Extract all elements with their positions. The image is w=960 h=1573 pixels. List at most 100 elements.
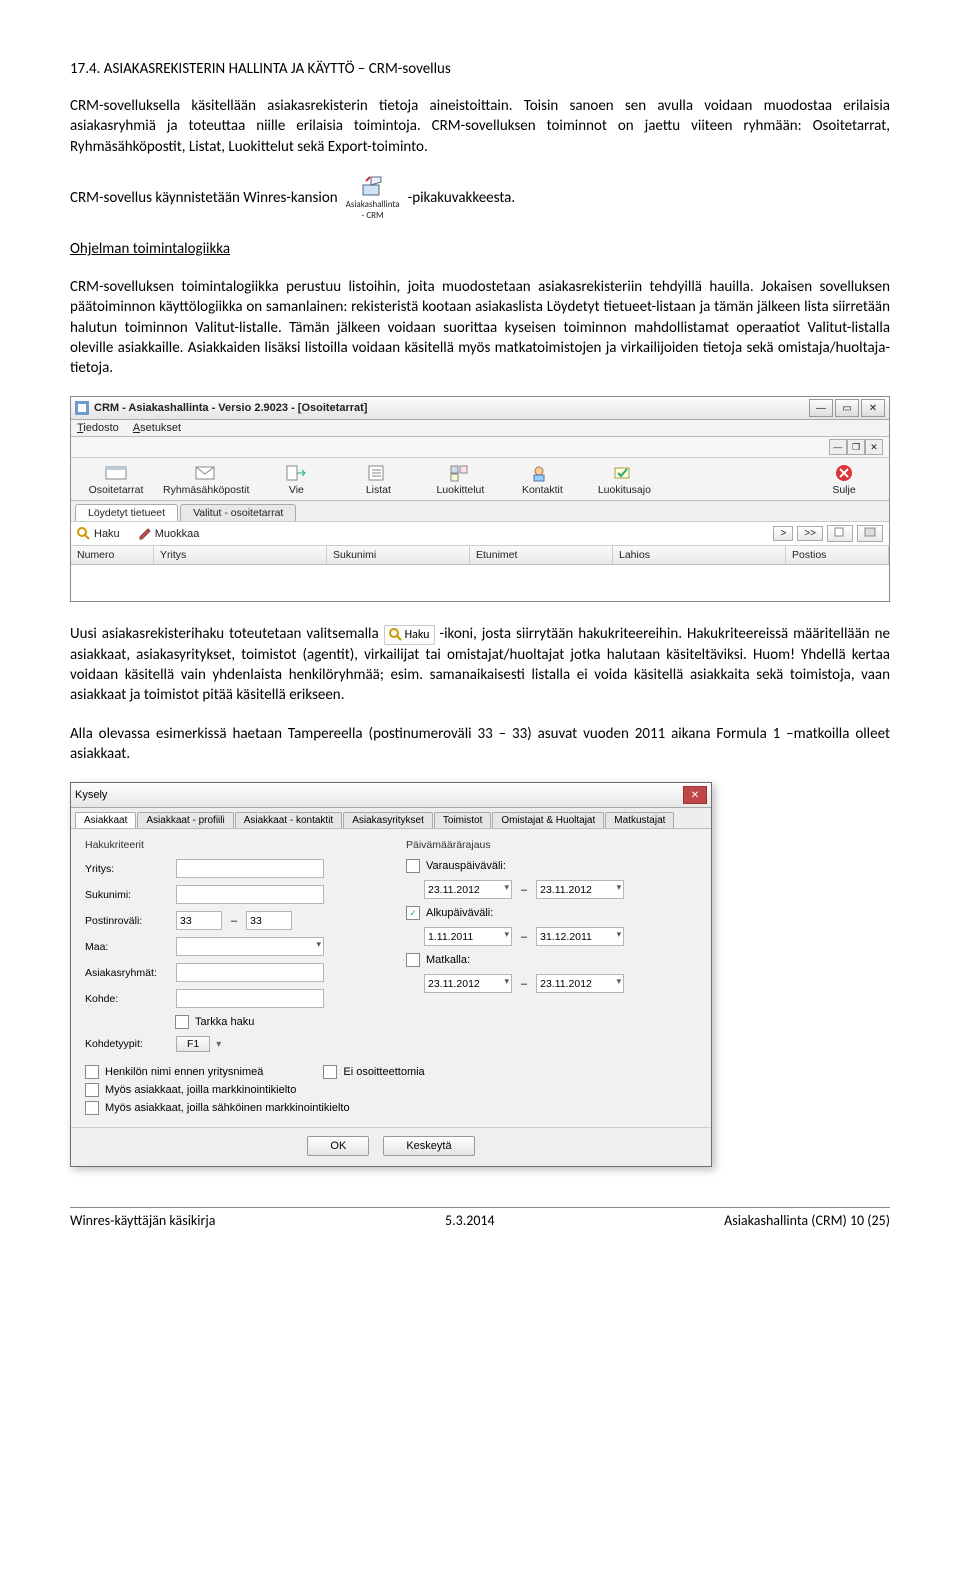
date-matkalla-from[interactable]: 23.11.2012 — [424, 974, 512, 993]
button-kohdetyypit[interactable]: F1 — [176, 1036, 210, 1052]
tool-kontaktit[interactable]: Kontaktit — [501, 462, 583, 498]
page-footer: Winres-käyttäjän käsikirja 5.3.2014 Asia… — [70, 1207, 890, 1229]
row-check1: Henkilön nimi ennen yritysnimeä — [85, 1065, 263, 1079]
dash: – — [231, 915, 237, 927]
row-asiakasryhmat: Asiakasryhmät: — [85, 963, 376, 982]
tool-vie[interactable]: Vie — [255, 462, 337, 498]
checkbox-matkalla[interactable] — [406, 953, 420, 967]
date-alku-to[interactable]: 31.12.2011 — [536, 927, 624, 946]
input-kohde[interactable] — [176, 989, 324, 1008]
tab-asiakkaat[interactable]: Asiakkaat — [75, 812, 136, 828]
date-varaus-to[interactable]: 23.11.2012 — [536, 880, 624, 899]
tool-osoitetarrat[interactable]: Osoitetarrat — [75, 462, 157, 498]
tab-valitut[interactable]: Valitut - osoitetarrat — [180, 504, 296, 521]
tabs-row: Löydetyt tietueet Valitut - osoitetarrat — [71, 501, 889, 521]
window-title: CRM - Asiakashallinta - Versio 2.9023 - … — [94, 402, 809, 414]
muokkaa-button[interactable]: Muokkaa — [138, 527, 200, 541]
haku-button[interactable]: Haku — [77, 527, 120, 541]
checkbox-markkinointikielto[interactable] — [85, 1083, 99, 1097]
col-sukunimi[interactable]: Sukunimi — [327, 546, 470, 564]
nav-extra-1[interactable] — [827, 525, 853, 542]
right-group-label: Päivämäärärajaus — [406, 839, 697, 851]
nav-next[interactable]: > — [773, 526, 793, 541]
input-asiakasryhmat[interactable] — [176, 963, 324, 982]
col-postios[interactable]: Postios — [786, 546, 889, 564]
date-alku-from[interactable]: 1.11.2011 — [424, 927, 512, 946]
close-button[interactable]: ✕ — [861, 399, 885, 417]
input-sukunimi[interactable] — [176, 885, 324, 904]
menu-asetukset[interactable]: Asetukset — [133, 422, 181, 434]
row-check3: Myös asiakkaat, joilla markkinointikielt… — [85, 1083, 697, 1097]
tab-asiakkaat-kontaktit[interactable]: Asiakkaat - kontaktit — [235, 812, 342, 828]
dialog-close-button[interactable]: ✕ — [683, 786, 707, 804]
tool-sulje[interactable]: Sulje — [803, 462, 885, 498]
grid-body[interactable] — [71, 565, 889, 601]
dialog-title: Kysely — [75, 789, 683, 801]
label-matkalla: Matkalla: — [426, 954, 470, 966]
col-lahios[interactable]: Lahios — [613, 546, 786, 564]
left-column: Hakukriteerit Yritys: Sukunimi: Postinro… — [85, 839, 376, 1059]
input-yritys[interactable] — [176, 859, 324, 878]
checkbox-ei-osoitteettomia[interactable] — [323, 1065, 337, 1079]
batch-icon — [613, 464, 635, 482]
menu-tiedosto[interactable]: Tiedosto — [77, 422, 119, 434]
tool-luokitusajo-label: Luokitusajo — [598, 484, 651, 496]
date-matkalla-to[interactable]: 23.11.2012 — [536, 974, 624, 993]
haku-badge: Haku — [384, 625, 435, 645]
mdi-restore[interactable]: ❐ — [847, 439, 865, 455]
label-postinrovali: Postinroväli: — [85, 915, 170, 927]
tool-luokittelut[interactable]: Luokittelut — [419, 462, 501, 498]
nav-extra-2[interactable] — [857, 525, 883, 542]
app-icon — [75, 401, 89, 415]
date-varaus-from[interactable]: 23.11.2012 — [424, 880, 512, 899]
categorize-icon — [449, 464, 471, 482]
label-check4: Myös asiakkaat, joilla sähköinen markkin… — [105, 1102, 350, 1114]
tab-matkustajat[interactable]: Matkustajat — [605, 812, 674, 828]
col-yritys[interactable]: Yritys — [154, 546, 327, 564]
row-maa: Maa: — [85, 937, 376, 956]
mdi-minimize[interactable]: — — [829, 439, 847, 455]
col-etunimet[interactable]: Etunimet — [470, 546, 613, 564]
tab-asiakasyritykset[interactable]: Asiakasyritykset — [343, 812, 433, 828]
checkbox-sahkoinen-markkinointikielto[interactable] — [85, 1101, 99, 1115]
checkbox-tarkka[interactable] — [175, 1015, 189, 1029]
row-matkalla-dates: 23.11.2012 – 23.11.2012 — [424, 974, 697, 993]
tool-ryhmasahkopostit[interactable]: Ryhmäsähköpostit — [157, 462, 255, 498]
row-check4: Myös asiakkaat, joilla sähköinen markkin… — [85, 1101, 697, 1115]
cancel-button[interactable]: Keskeytä — [383, 1136, 474, 1156]
launch-line: CRM-sovellus käynnistetään Winres-kansio… — [70, 175, 890, 221]
input-postinro-from[interactable]: 33 — [176, 911, 222, 930]
titlebar: CRM - Asiakashallinta - Versio 2.9023 - … — [71, 397, 889, 420]
input-postinro-to[interactable]: 33 — [246, 911, 292, 930]
col-numero[interactable]: Numero — [71, 546, 154, 564]
dash: – — [521, 884, 527, 896]
search-icon — [389, 628, 402, 641]
query-dialog: Kysely ✕ Asiakkaat Asiakkaat - profiili … — [70, 782, 712, 1167]
tab-toimistot[interactable]: Toimistot — [434, 812, 491, 828]
tool-listat[interactable]: Listat — [337, 462, 419, 498]
checkbox-alku[interactable] — [406, 906, 420, 920]
document-icon — [834, 527, 846, 537]
combo-maa[interactable] — [176, 937, 324, 956]
kohdetyypit-more-icon[interactable]: ▾ — [216, 1039, 221, 1050]
maximize-button[interactable]: ▭ — [835, 399, 859, 417]
row-sukunimi: Sukunimi: — [85, 885, 376, 904]
ok-button[interactable]: OK — [307, 1136, 369, 1156]
checkbox-varaus[interactable] — [406, 859, 420, 873]
contacts-icon — [531, 464, 553, 482]
nav-last[interactable]: >> — [797, 526, 823, 541]
tab-omistajat-huoltajat[interactable]: Omistajat & Huoltajat — [492, 812, 604, 828]
minimize-button[interactable]: — — [809, 399, 833, 417]
label-sukunimi: Sukunimi: — [85, 889, 170, 901]
tab-asiakkaat-profiili[interactable]: Asiakkaat - profiili — [137, 812, 233, 828]
launch-post: -pikakuvakkeesta. — [408, 189, 516, 207]
tool-luokitusajo[interactable]: Luokitusajo — [583, 462, 665, 498]
mdi-close[interactable]: ✕ — [865, 439, 883, 455]
row-tarkka: Tarkka haku — [175, 1015, 376, 1029]
tab-loydetyt[interactable]: Löydetyt tietueet — [75, 504, 178, 521]
launch-pre: CRM-sovellus käynnistetään Winres-kansio… — [70, 189, 338, 207]
search-paragraph: Uusi asiakasrekisterihaku toteutetaan va… — [70, 624, 890, 705]
dialog-tabs: Asiakkaat Asiakkaat - profiili Asiakkaat… — [71, 808, 711, 829]
dash: – — [521, 978, 527, 990]
checkbox-nimi-ennen[interactable] — [85, 1065, 99, 1079]
